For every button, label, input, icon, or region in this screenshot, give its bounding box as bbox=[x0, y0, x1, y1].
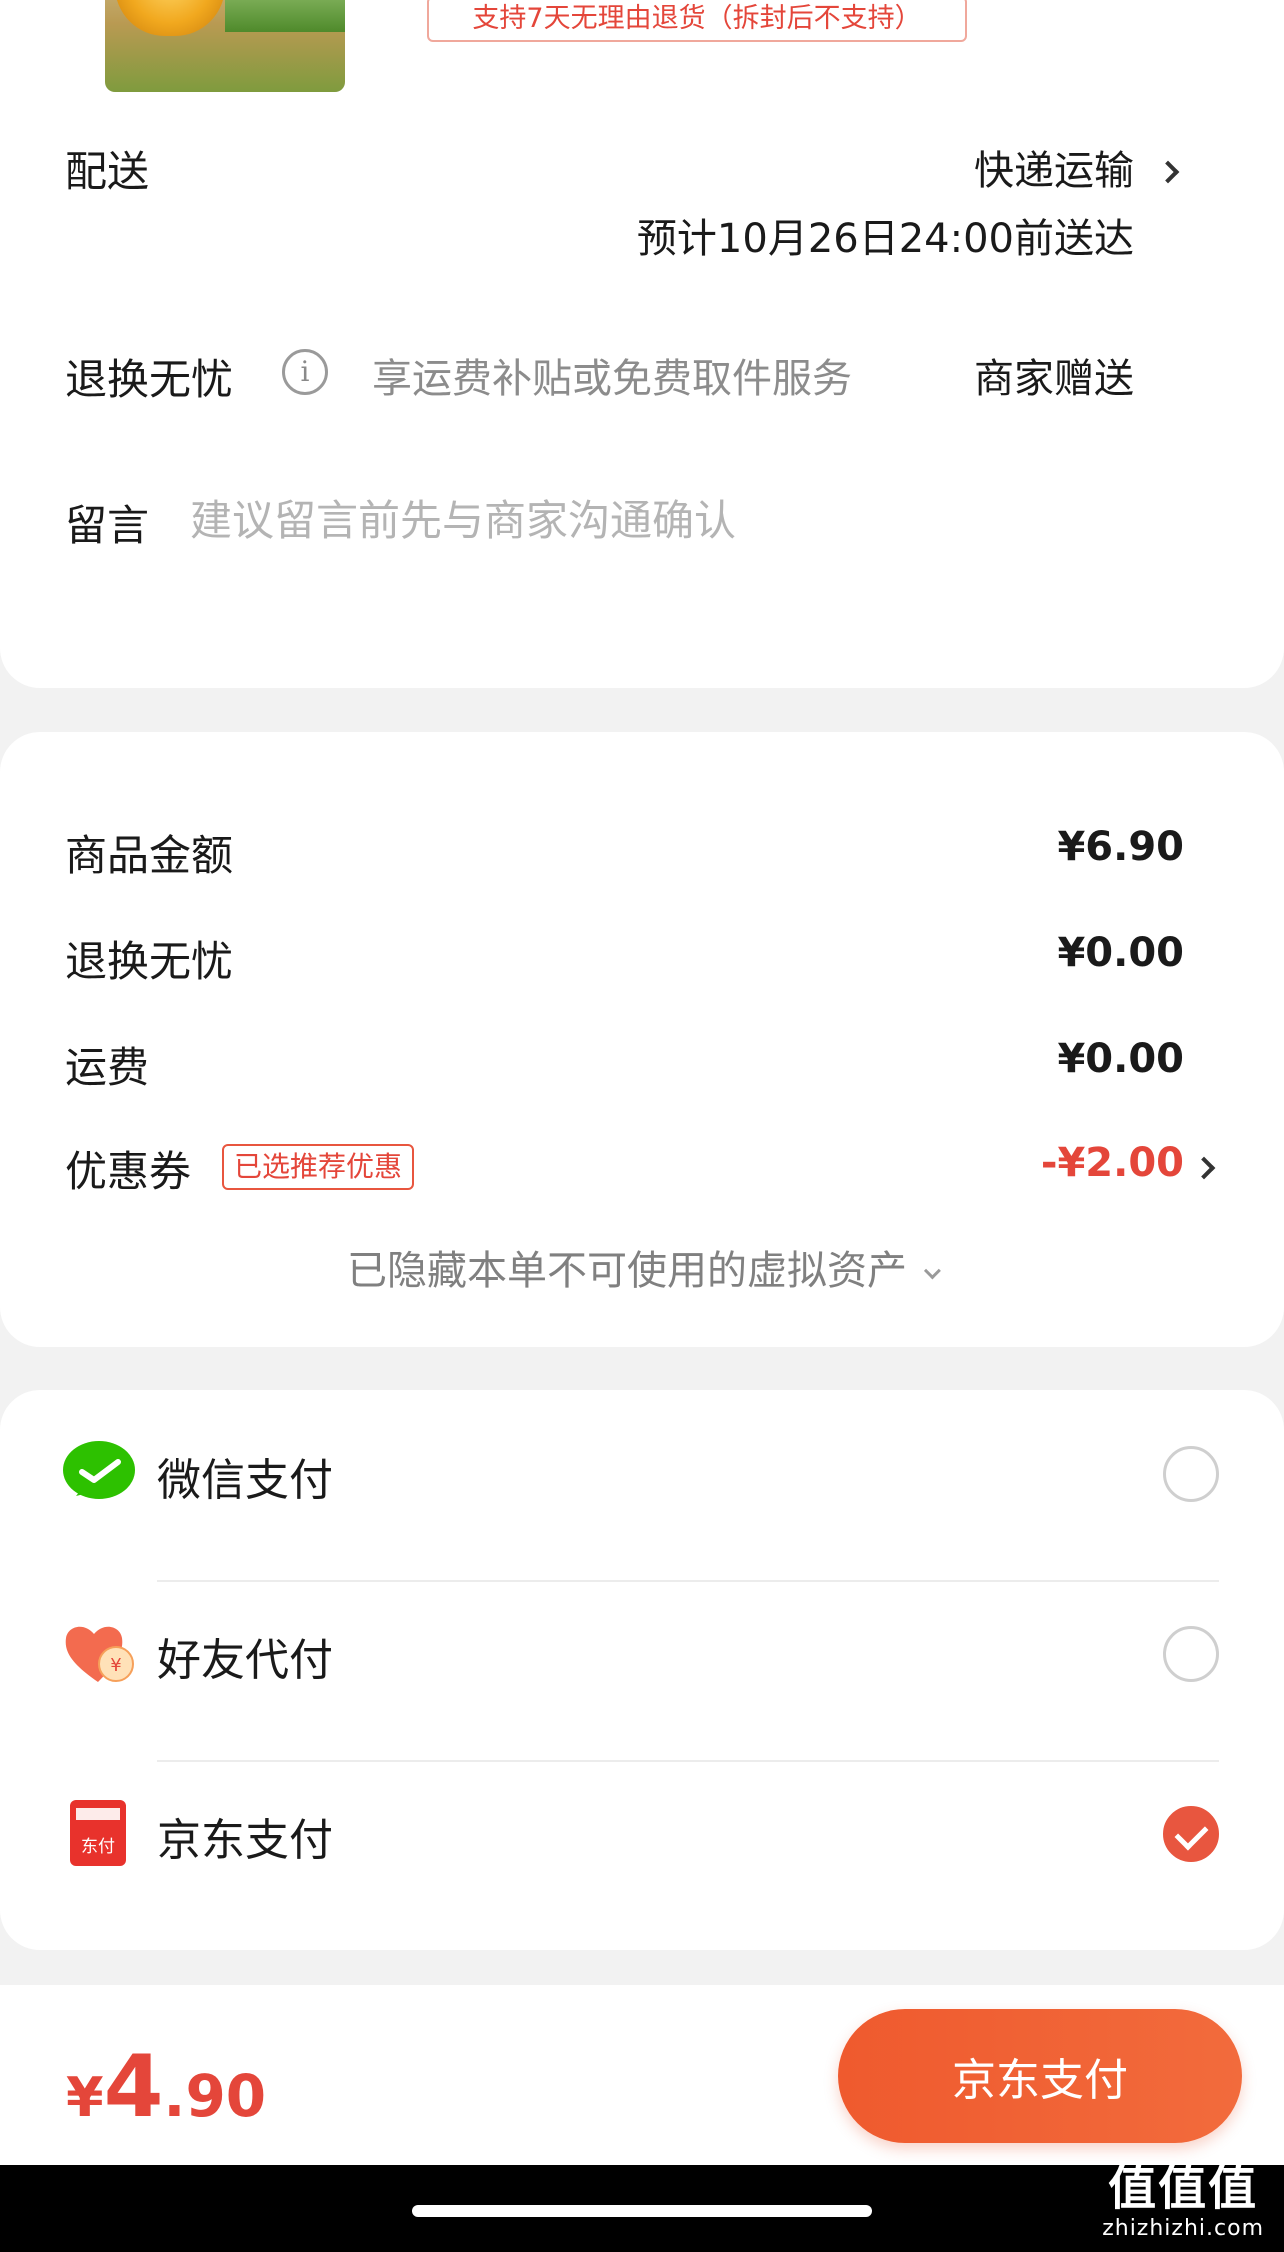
return-fee-label: 退换无忧 bbox=[65, 937, 234, 986]
coupon-label: 优惠券 bbox=[65, 1147, 192, 1196]
payment-label-wechat: 微信支付 bbox=[157, 1455, 333, 1506]
pay-button[interactable]: 京东支付 bbox=[838, 2009, 1242, 2143]
return-policy-tag: 支持7天无理由退货（拆封后不支持） bbox=[427, 0, 967, 42]
jd-pay-icon: 东付 bbox=[70, 1800, 126, 1866]
return-service-provider: 商家赠送 bbox=[974, 356, 1134, 402]
order-info-card: 支持7天无理由退货（拆封后不支持） 配送 快递运输 预计10月26日24:00前… bbox=[0, 0, 1284, 688]
message-label: 留言 bbox=[65, 501, 150, 550]
payment-option-friend[interactable]: ¥ 好友代付 bbox=[0, 1570, 1284, 1730]
product-image[interactable] bbox=[105, 0, 345, 92]
friend-pay-icon: ¥ bbox=[65, 1626, 134, 1682]
product-field-graphic bbox=[225, 0, 345, 32]
delivery-label: 配送 bbox=[65, 147, 150, 196]
watermark: 值值值 zhizhizhi.com bbox=[1102, 2160, 1264, 2241]
shipping-fee-value: ¥0.00 bbox=[1057, 1036, 1184, 1082]
total-decimal: .90 bbox=[163, 2062, 267, 2130]
return-service-label: 退换无忧 bbox=[65, 355, 234, 404]
watermark-url: zhizhizhi.com bbox=[1102, 2216, 1264, 2241]
shipping-fee-label: 运费 bbox=[65, 1043, 150, 1092]
radio-jd-checked[interactable] bbox=[1163, 1806, 1219, 1862]
message-input[interactable] bbox=[190, 488, 1170, 552]
hidden-assets-toggle[interactable]: 已隐藏本单不可使用的虚拟资产 bbox=[0, 1238, 1284, 1296]
return-fee-value: ¥0.00 bbox=[1057, 930, 1184, 976]
payment-option-wechat[interactable]: 微信支付 bbox=[0, 1390, 1284, 1550]
delivery-chevron-icon[interactable] bbox=[1156, 160, 1180, 184]
radio-friend[interactable] bbox=[1163, 1626, 1219, 1682]
payment-label-jd: 京东支付 bbox=[157, 1815, 333, 1866]
info-icon[interactable]: i bbox=[282, 349, 328, 395]
total-integer: 4 bbox=[103, 2037, 164, 2137]
goods-amount-label: 商品金额 bbox=[65, 831, 234, 880]
chevron-down-icon bbox=[923, 1262, 941, 1280]
watermark-logo: 值值值 bbox=[1108, 2160, 1259, 2216]
wechat-pay-icon bbox=[63, 1441, 135, 1499]
total-currency: ¥ bbox=[66, 2066, 104, 2129]
goods-amount-value: ¥6.90 bbox=[1057, 824, 1184, 870]
home-indicator[interactable] bbox=[412, 2205, 872, 2217]
jd-pay-icon-text: 东付 bbox=[81, 1837, 115, 1857]
payment-label-friend: 好友代付 bbox=[157, 1635, 333, 1686]
delivery-method[interactable]: 快递运输 bbox=[974, 138, 1134, 196]
payment-methods-card: 微信支付 ¥ 好友代付 东付 京东支付 bbox=[0, 1390, 1284, 1950]
hidden-assets-text: 已隐藏本单不可使用的虚拟资产 bbox=[347, 1248, 907, 1294]
payment-option-jd[interactable]: 东付 京东支付 bbox=[0, 1750, 1284, 1910]
coupon-chevron-icon[interactable] bbox=[1192, 1156, 1216, 1180]
return-service-desc: 享运费补贴或免费取件服务 bbox=[372, 356, 852, 402]
delivery-eta: 预计10月26日24:00前送达 bbox=[636, 216, 1134, 262]
coupon-amount[interactable]: -¥2.00 bbox=[1041, 1140, 1184, 1186]
home-indicator-area bbox=[0, 2165, 1284, 2252]
radio-wechat[interactable] bbox=[1163, 1446, 1219, 1502]
total-price: ¥4.90 bbox=[66, 2037, 266, 2137]
product-bottle-graphic bbox=[115, 0, 225, 36]
friend-pay-icon-text: ¥ bbox=[110, 1655, 121, 1676]
coupon-selected-badge: 已选推荐优惠 bbox=[222, 1144, 415, 1190]
checkout-bar: ¥4.90 京东支付 bbox=[0, 1985, 1284, 2165]
